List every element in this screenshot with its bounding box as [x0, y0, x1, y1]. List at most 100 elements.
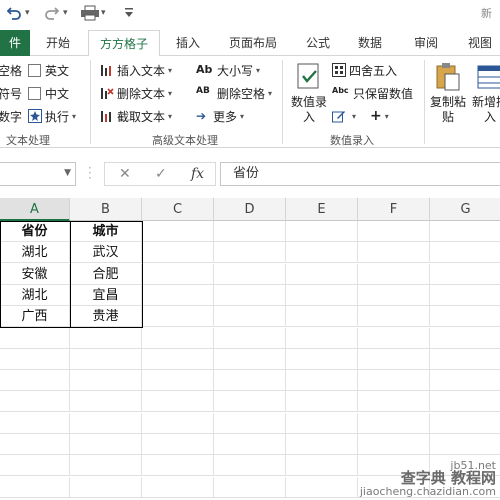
chinese-option[interactable]: 中文 — [28, 83, 69, 103]
empty-cell[interactable] — [0, 455, 70, 477]
english-option[interactable]: 英文 — [28, 60, 69, 80]
empty-cell[interactable] — [286, 263, 358, 285]
empty-cell[interactable] — [286, 348, 358, 370]
empty-cell[interactable] — [286, 391, 358, 413]
empty-cell[interactable] — [214, 455, 286, 477]
empty-cell[interactable] — [430, 413, 500, 434]
name-box-dropdown-icon[interactable]: ▼ — [64, 168, 71, 178]
empty-cell[interactable] — [430, 242, 500, 264]
empty-cell[interactable] — [142, 412, 214, 434]
insert-text-button[interactable]: 插入文本 ▾ — [100, 60, 172, 80]
empty-cell[interactable] — [430, 285, 500, 306]
empty-cell[interactable] — [214, 327, 286, 349]
tab-file[interactable]: 件 — [0, 30, 30, 56]
empty-cell[interactable] — [142, 370, 214, 392]
empty-cell[interactable] — [430, 434, 500, 455]
numeric-entry-button[interactable]: 数值录 入 — [288, 62, 330, 125]
empty-cell[interactable] — [142, 221, 214, 242]
empty-cell[interactable] — [358, 263, 430, 285]
empty-cell[interactable] — [214, 476, 286, 498]
empty-cell[interactable] — [214, 391, 286, 413]
empty-cell[interactable] — [70, 327, 142, 349]
empty-cell[interactable] — [214, 284, 286, 306]
empty-cell[interactable] — [142, 455, 214, 477]
column-header-e[interactable]: E — [286, 198, 358, 221]
execute-button[interactable]: 执行 ▾ — [28, 106, 76, 126]
tab-formulas[interactable]: 公式 — [300, 30, 336, 56]
empty-cell[interactable] — [430, 328, 500, 349]
empty-cell[interactable] — [214, 221, 286, 242]
undo-dropdown[interactable]: ▾ — [25, 3, 30, 23]
empty-cell[interactable] — [0, 476, 70, 498]
empty-cell[interactable] — [286, 434, 358, 455]
empty-cell[interactable] — [286, 284, 358, 306]
empty-cell[interactable] — [142, 434, 214, 455]
tab-review[interactable]: 审阅 — [408, 30, 444, 56]
empty-cell[interactable] — [286, 221, 358, 242]
empty-cell[interactable] — [214, 263, 286, 285]
column-header-g[interactable]: G — [430, 198, 500, 221]
empty-cell[interactable] — [286, 327, 358, 349]
tab-home[interactable]: 开始 — [40, 30, 76, 56]
print-button[interactable] — [80, 3, 100, 23]
empty-cell[interactable] — [286, 306, 358, 328]
empty-cell[interactable] — [214, 306, 286, 328]
empty-cell[interactable] — [214, 370, 286, 392]
empty-cell[interactable] — [142, 327, 214, 349]
empty-cell[interactable] — [286, 242, 358, 264]
undo-button[interactable] — [6, 3, 22, 23]
tab-page-layout[interactable]: 页面布局 — [222, 30, 284, 56]
empty-cell[interactable] — [70, 434, 142, 455]
empty-cell[interactable] — [0, 434, 70, 455]
empty-cell[interactable] — [142, 242, 214, 264]
redo-button[interactable] — [44, 3, 60, 23]
empty-cell[interactable] — [430, 306, 500, 328]
add-insert-button[interactable]: 新增插 入 — [470, 62, 500, 125]
number-option[interactable]: 数字 — [0, 106, 22, 126]
tab-view[interactable]: 视图 — [462, 30, 498, 56]
empty-cell[interactable] — [0, 391, 70, 413]
empty-cell[interactable] — [0, 348, 70, 370]
column-header-f[interactable]: F — [358, 198, 430, 221]
empty-cell[interactable] — [430, 221, 500, 242]
empty-cell[interactable] — [142, 284, 214, 306]
more-button[interactable]: ➔ 更多 ▾ — [196, 106, 244, 126]
empty-cell[interactable] — [70, 391, 142, 413]
cancel-icon[interactable]: ✕ — [119, 166, 131, 182]
empty-cell[interactable] — [0, 412, 70, 434]
column-header-d[interactable]: D — [214, 198, 286, 221]
keep-values-button[interactable]: Abc 只保留数值 — [332, 83, 413, 103]
column-header-b[interactable]: B — [70, 198, 142, 221]
plus-button[interactable]: + ▾ — [370, 106, 389, 126]
empty-cell[interactable] — [142, 476, 214, 498]
empty-cell[interactable] — [142, 306, 214, 328]
empty-cell[interactable] — [0, 327, 70, 349]
empty-cell[interactable] — [286, 455, 358, 477]
column-header-c[interactable]: C — [142, 198, 214, 221]
resize-handle[interactable]: · · · — [88, 162, 92, 184]
empty-cell[interactable] — [70, 412, 142, 434]
empty-cell[interactable] — [214, 242, 286, 264]
column-header-a[interactable]: A — [0, 198, 70, 221]
confirm-icon[interactable]: ✓ — [155, 166, 167, 182]
copy-paste-button[interactable]: 复制粘 贴 — [428, 62, 468, 125]
delete-text-button[interactable]: 删除文本 ▾ — [100, 83, 172, 103]
empty-cell[interactable] — [214, 434, 286, 455]
tab-data[interactable]: 数据 — [352, 30, 388, 56]
insert-function-icon[interactable]: fx — [191, 166, 204, 182]
empty-cell[interactable] — [430, 391, 500, 413]
empty-cell[interactable] — [358, 391, 430, 413]
empty-cell[interactable] — [358, 412, 430, 434]
empty-cell[interactable] — [214, 348, 286, 370]
symbol-option[interactable]: 符号 — [0, 83, 22, 103]
empty-cell[interactable] — [358, 284, 430, 306]
empty-cell[interactable] — [142, 391, 214, 413]
empty-cell[interactable] — [286, 370, 358, 392]
empty-cell[interactable] — [430, 264, 500, 285]
remove-space-button[interactable]: AB 删除空格 ▾ — [196, 83, 272, 103]
empty-cell[interactable] — [358, 327, 430, 349]
empty-cell[interactable] — [70, 348, 142, 370]
empty-cell[interactable] — [430, 349, 500, 370]
empty-cell[interactable] — [286, 476, 358, 498]
empty-cell[interactable] — [358, 306, 430, 328]
